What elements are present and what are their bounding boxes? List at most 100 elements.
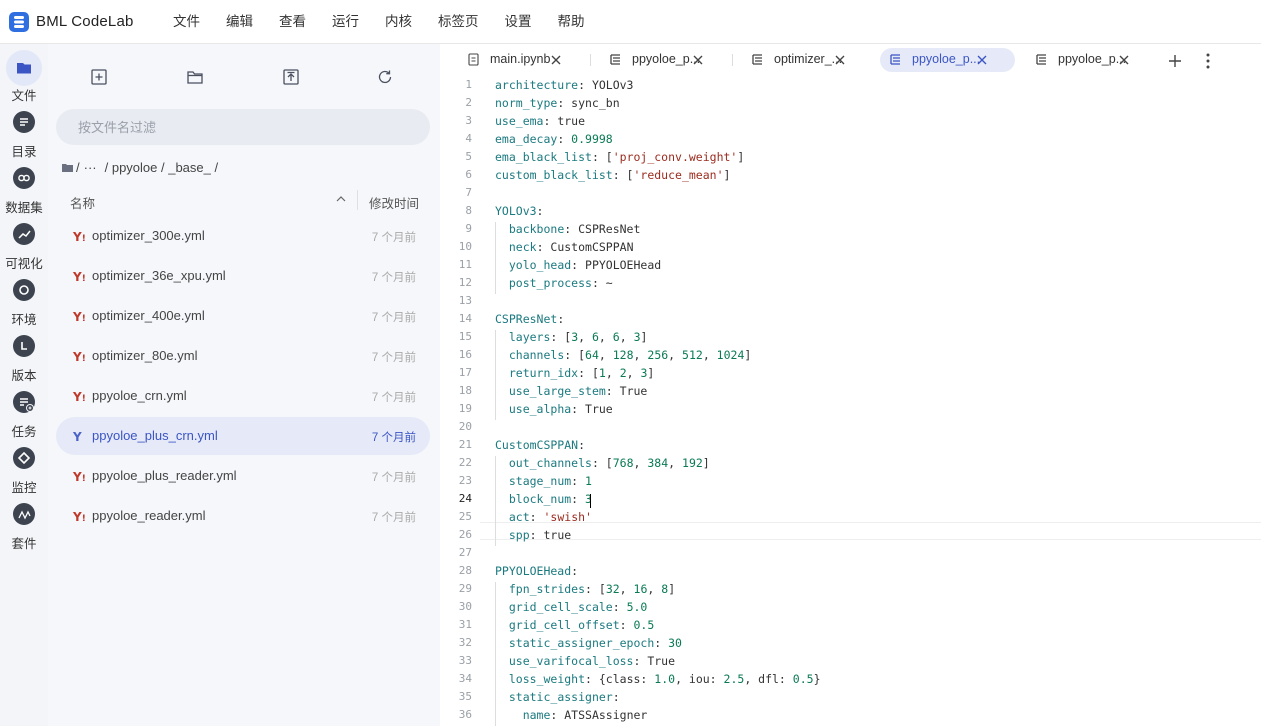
close-icon[interactable] [693,55,703,65]
code-line[interactable]: CSPResNet: [495,312,564,326]
tab-label: optimizer_... [774,52,843,66]
line-number: 20 [458,420,472,433]
line-number: 19 [458,402,472,415]
code-line[interactable]: architecture: YOLOv3 [495,78,633,92]
tab-4[interactable]: ppyoloe_p... [1026,48,1148,72]
menu-item[interactable]: 标签页 [425,0,492,44]
file-row[interactable]: Yppyoloe_plus_crn.yml 7 个月前 [56,417,430,455]
code-line[interactable]: post_process: ~ [495,276,613,290]
tab-label: ppyoloe_p... [912,52,981,66]
add-tab-button[interactable] [1168,54,1182,68]
activity-item-suite[interactable]: 套件 [0,496,48,552]
tab-1[interactable]: ppyoloe_p... [600,48,722,72]
line-number: 27 [458,546,472,559]
code-editor[interactable]: 1 architecture: YOLOv3 2 norm_type: sync_bn… [440,76,1261,726]
activity-item-dataset[interactable]: 数据集 [0,160,48,216]
code-line[interactable]: norm_type: sync_bn [495,96,620,110]
code-line[interactable]: use_alpha: True [495,402,613,416]
code-line[interactable]: static_assigner: [495,690,620,704]
file-name: ppyoloe_plus_crn.yml [92,428,218,443]
file-modified-time: 7 个月前 [371,512,416,524]
code-line[interactable]: return_idx: [1, 2, 3] [495,366,655,380]
menu-item[interactable]: 编辑 [213,0,266,44]
code-line[interactable]: backbone: CSPResNet [495,222,641,236]
code-line[interactable]: fpn_strides: [32, 16, 8] [495,582,675,596]
code-line[interactable]: PPYOLOEHead: [495,564,578,578]
close-icon[interactable] [551,55,561,65]
file-row[interactable]: Y! ppyoloe_plus_reader.yml 7 个月前 [56,457,430,495]
code-line[interactable]: act: 'swish' [495,510,592,524]
folder-small-icon[interactable] [62,163,73,172]
upload-button[interactable] [282,68,300,86]
code-line[interactable]: stage_num: 1 [495,474,592,488]
activity-item-task[interactable]: 任务 [0,384,48,440]
indent-guide [495,582,496,726]
code-line[interactable]: block_num: 3 [495,492,592,506]
code-line[interactable]: out_channels: [768, 384, 192] [495,456,710,470]
code-line[interactable]: channels: [64, 128, 256, 512, 1024] [495,348,751,362]
file-row[interactable]: Y! optimizer_300e.yml 7 个月前 [56,217,430,255]
file-modified-time: 7 个月前 [371,352,416,364]
code-line[interactable]: name: ATSSAssigner [495,708,648,722]
file-row[interactable]: Y! optimizer_400e.yml 7 个月前 [56,297,430,335]
activity-item-environment[interactable]: 环境 [0,272,48,328]
activity-item-folder[interactable]: 文件 [0,48,48,104]
breadcrumb-path[interactable]: / ppyoloe / _base_ / [105,160,218,175]
tab-2[interactable]: optimizer_... [742,48,864,72]
code-line[interactable]: layers: [3, 6, 6, 3] [495,330,648,344]
code-line[interactable]: CustomCSPPAN: [495,438,585,452]
menu-item[interactable]: 帮助 [545,0,598,44]
code-line[interactable]: ema_decay: 0.9998 [495,132,613,146]
close-icon[interactable] [835,55,845,65]
breadcrumb-ellipsis[interactable]: ··· [84,160,97,175]
suite-icon [13,503,35,525]
activity-label: 任务 [11,425,37,439]
code-line[interactable]: use_ema: true [495,114,585,128]
activity-item-version[interactable]: 版本 [0,328,48,384]
file-modified-time: 7 个月前 [371,432,416,444]
code-line[interactable]: grid_cell_scale: 5.0 [495,600,648,614]
column-time-header[interactable]: 修改时间 [369,193,419,212]
code-line[interactable]: use_varifocal_loss: True [495,654,675,668]
menu-item[interactable]: 查看 [266,0,319,44]
code-line[interactable]: loss_weight: {class: 1.0, iou: 2.5, dfl:… [495,672,821,686]
code-line[interactable]: neck: CustomCSPPAN [495,240,634,254]
line-number: 4 [465,132,472,145]
file-row[interactable]: Y! ppyoloe_crn.yml 7 个月前 [56,377,430,415]
close-icon[interactable] [1119,55,1129,65]
line-number: 16 [458,348,472,361]
file-row[interactable]: Y! optimizer_80e.yml 7 个月前 [56,337,430,375]
file-row[interactable]: Y! optimizer_36e_xpu.yml 7 个月前 [56,257,430,295]
menu-item[interactable]: 内核 [372,0,425,44]
new-file-button[interactable] [90,68,108,86]
filter-input[interactable] [56,109,430,145]
notebook-icon [468,53,479,66]
code-line[interactable]: yolo_head: PPYOLOEHead [495,258,661,272]
breadcrumb-root[interactable]: / [76,160,80,175]
code-line[interactable]: use_large_stem: True [495,384,647,398]
new-folder-button[interactable] [186,68,204,86]
close-icon[interactable] [977,55,987,65]
code-line[interactable]: static_assigner_epoch: 30 [495,636,682,650]
refresh-button[interactable] [376,68,394,86]
activity-item-monitor[interactable]: 监控 [0,440,48,496]
activity-item-list[interactable]: 目录 [0,104,48,160]
tab-bar: main.ipynb ppyoloe_p... optimizer_... ppyol… [440,44,1261,76]
code-line[interactable]: ema_black_list: ['proj_conv.weight'] [495,150,744,164]
menu-item[interactable]: 运行 [319,0,372,44]
menu-item[interactable]: 设置 [492,0,545,44]
sort-chevron-up-icon[interactable] [336,195,346,203]
code-line[interactable]: YOLOv3: [495,204,543,218]
menu-item[interactable]: 文件 [160,0,213,44]
yaml-file-icon: Y [73,430,82,444]
activity-item-chart[interactable]: 可视化 [0,216,48,272]
code-line[interactable]: grid_cell_offset: 0.5 [495,618,654,632]
file-row[interactable]: Y! ppyoloe_reader.yml 7 个月前 [56,497,430,535]
line-number: 11 [458,258,472,271]
tab-0[interactable]: main.ipynb [458,48,580,72]
code-line[interactable]: custom_black_list: ['reduce_mean'] [495,168,730,182]
more-options-icon[interactable] [1206,53,1210,69]
column-name-header[interactable]: 名称 [70,193,95,212]
code-line[interactable]: spp: true [495,528,571,542]
tab-3[interactable]: ppyoloe_p... [880,48,1015,72]
